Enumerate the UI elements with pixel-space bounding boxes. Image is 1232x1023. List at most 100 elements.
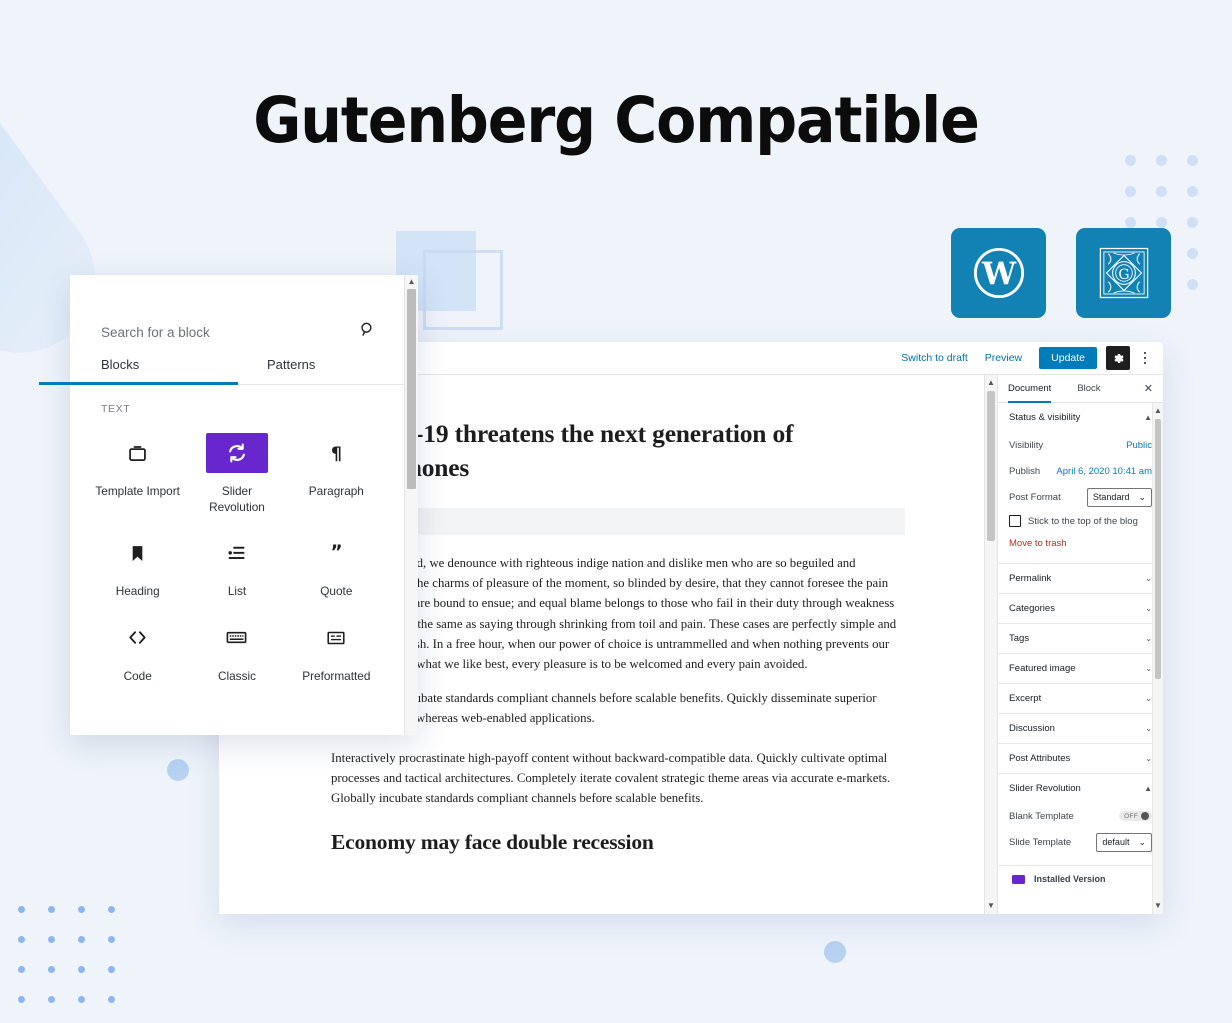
search-input[interactable]	[101, 324, 341, 340]
post-format-select[interactable]: Standard ⌄	[1086, 487, 1152, 507]
row-blank-template: Blank Template OFF	[1009, 803, 1152, 829]
block-label: Preformatted	[302, 668, 371, 683]
block-search-row	[70, 275, 404, 355]
scroll-up-icon[interactable]: ▲	[1154, 403, 1162, 419]
blank-template-toggle[interactable]: OFF	[1119, 811, 1152, 821]
block-label: Slider Revolution	[209, 484, 265, 514]
publish-label: Publish	[1009, 465, 1041, 477]
post-heading-2[interactable]: Economy may face double recession	[331, 830, 905, 855]
tab-document[interactable]: Document	[1008, 375, 1052, 403]
section-label: Slider Revolution	[1009, 783, 1081, 794]
svg-text:¶: ¶	[331, 444, 342, 463]
block-label: List	[227, 584, 247, 599]
block-item-list[interactable]: List	[187, 521, 286, 600]
update-button[interactable]: Update	[1039, 347, 1097, 369]
scroll-up-icon[interactable]: ▲	[987, 375, 995, 391]
code-icon	[107, 618, 169, 658]
chevron-down-icon: ⌄	[1145, 604, 1152, 613]
section-label: Categories	[1009, 603, 1055, 614]
inserter-tabs: Blocks Patterns	[39, 357, 404, 385]
section-status-visibility-header[interactable]: Status & visibility ▲	[998, 403, 1163, 432]
switch-to-draft-button[interactable]: Switch to draft	[901, 352, 968, 364]
move-to-trash-button[interactable]: Move to trash	[1009, 530, 1152, 553]
inserter-scroll-track[interactable]	[405, 289, 418, 735]
section-tags: Tags ⌄	[998, 624, 1163, 654]
section-status-visibility: Status & visibility ▲ Visibility Public …	[998, 403, 1163, 564]
canvas-scroll-thumb[interactable]	[987, 391, 995, 541]
scroll-down-icon[interactable]: ▼	[987, 898, 995, 914]
visibility-label: Visibility	[1009, 439, 1044, 451]
block-label: Code	[123, 668, 152, 683]
chevron-down-icon: ⌄	[1138, 836, 1146, 847]
section-categories-header[interactable]: Categories ⌄	[998, 594, 1163, 623]
list-icon	[206, 533, 268, 573]
section-post-attributes-header[interactable]: Post Attributes ⌄	[998, 744, 1163, 773]
block-item-paragraph[interactable]: ¶ Paragraph	[287, 421, 386, 515]
preview-button[interactable]: Preview	[985, 352, 1022, 364]
section-excerpt-header[interactable]: Excerpt ⌄	[998, 684, 1163, 713]
post-format-label: Post Format	[1009, 491, 1061, 503]
row-slide-template: Slide Template default ⌄	[1009, 829, 1152, 855]
quote-icon: ”	[305, 533, 367, 573]
block-item-preformatted[interactable]: Preformatted	[287, 606, 386, 685]
section-label: Featured image	[1009, 663, 1076, 674]
block-item-code[interactable]: Code	[88, 606, 187, 685]
tab-blocks[interactable]: Blocks	[39, 357, 238, 385]
section-slider-revolution-header[interactable]: Slider Revolution ▲	[998, 774, 1163, 803]
section-tags-header[interactable]: Tags ⌄	[998, 624, 1163, 653]
search-icon[interactable]	[359, 321, 376, 343]
row-post-format: Post Format Standard ⌄	[1009, 484, 1152, 510]
post-format-value: Standard	[1092, 492, 1130, 502]
tab-patterns[interactable]: Patterns	[238, 357, 404, 384]
wordpress-logo-badge: W	[951, 228, 1046, 318]
canvas-scrollbar[interactable]: ▲ ▼	[984, 375, 997, 914]
section-permalink-header[interactable]: Permalink ⌄	[998, 564, 1163, 593]
block-item-template-import[interactable]: Template Import	[88, 421, 187, 515]
settings-scroll-track[interactable]	[1153, 419, 1163, 898]
block-label: Paragraph	[308, 484, 364, 498]
tab-block[interactable]: Block	[1077, 375, 1100, 402]
svg-text:”: ”	[330, 543, 342, 563]
scroll-down-icon[interactable]: ▼	[1154, 898, 1162, 914]
blank-template-label: Blank Template	[1009, 810, 1074, 822]
section-slider-revolution: Slider Revolution ▲ Blank Template OFF S…	[998, 774, 1163, 866]
editor-settings-sidebar: Document Block ✕ Status & visibility ▲ V…	[997, 375, 1163, 914]
canvas-scroll-track[interactable]	[985, 391, 997, 898]
chevron-down-icon: ⌄	[1145, 664, 1152, 673]
block-item-slider-revolution[interactable]: Slider Revolution	[187, 421, 286, 515]
kebab-menu-icon[interactable]	[1137, 351, 1153, 365]
section-featured-image-header[interactable]: Featured image ⌄	[998, 654, 1163, 683]
block-label: Quote	[320, 584, 353, 599]
inserter-scrollbar[interactable]: ▲	[404, 275, 418, 735]
section-post-attributes: Post Attributes ⌄	[998, 744, 1163, 774]
block-item-classic[interactable]: Classic	[187, 606, 286, 685]
gear-icon[interactable]	[1106, 346, 1130, 370]
close-icon[interactable]: ✕	[1144, 382, 1153, 395]
block-item-heading[interactable]: Heading	[88, 521, 187, 600]
chevron-up-icon: ▲	[1144, 784, 1152, 793]
sticky-checkbox-row[interactable]: Stick to the top of the blog	[1009, 510, 1152, 530]
keyboard-icon	[206, 618, 268, 658]
block-item-quote[interactable]: ” Quote	[287, 521, 386, 600]
publish-value[interactable]: April 6, 2020 10:41 am	[1056, 466, 1152, 477]
block-grid: Template Import Slider Revolution ¶ Para…	[70, 421, 404, 684]
preformatted-icon	[305, 618, 367, 658]
chevron-up-icon: ▲	[1144, 413, 1152, 422]
section-excerpt: Excerpt ⌄	[998, 684, 1163, 714]
inserter-scroll-thumb[interactable]	[407, 289, 416, 489]
post-paragraph-2[interactable]: Interactively procrastinate high-payoff …	[331, 748, 905, 808]
settings-scroll-thumb[interactable]	[1155, 419, 1161, 679]
settings-scrollbar[interactable]: ▲ ▼	[1152, 403, 1163, 914]
gutenberg-icon: G	[1096, 245, 1152, 301]
slide-template-select[interactable]: default ⌄	[1096, 832, 1152, 852]
circle-shape-left	[167, 759, 189, 781]
svg-text:W: W	[980, 256, 1016, 292]
block-label: Heading	[115, 584, 160, 599]
toggle-knob	[1141, 812, 1149, 820]
chevron-down-icon: ⌄	[1145, 634, 1152, 643]
section-discussion-header[interactable]: Discussion ⌄	[998, 714, 1163, 743]
visibility-value[interactable]: Public	[1126, 440, 1152, 451]
section-label: Excerpt	[1009, 693, 1042, 704]
scroll-up-icon[interactable]: ▲	[408, 275, 416, 289]
sticky-checkbox[interactable]	[1009, 515, 1021, 527]
